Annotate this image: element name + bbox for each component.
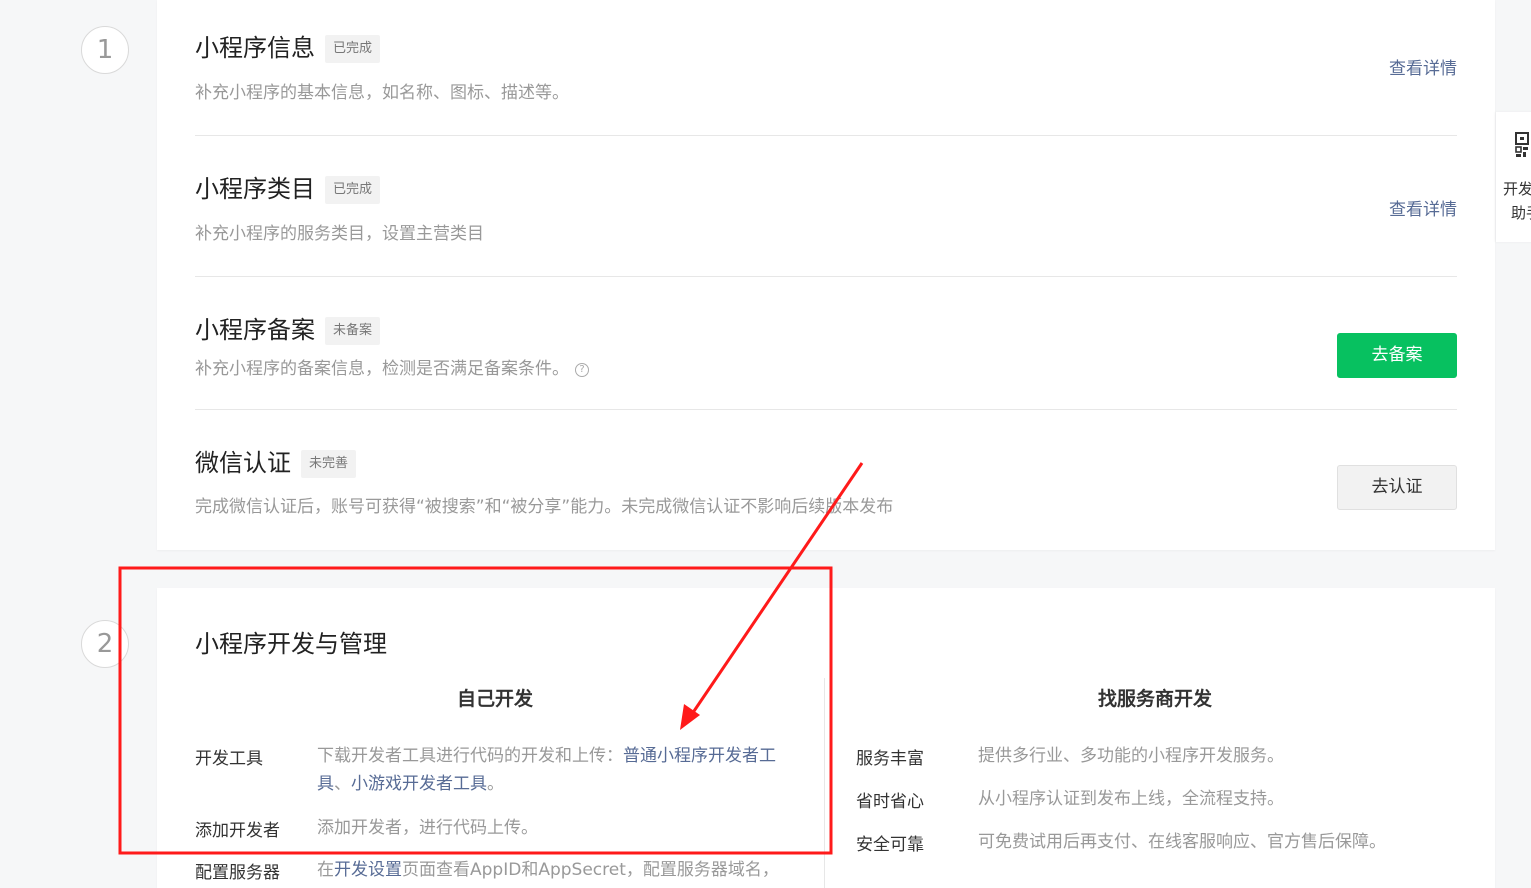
- dev-assistant-panel[interactable]: 开发 助手: [1496, 112, 1531, 242]
- step-number-2: 2: [81, 620, 129, 668]
- row-description: 完成微信认证后，账号可获得“被搜索”和“被分享”能力。未完成微信认证不影响后续版…: [195, 497, 894, 517]
- status-badge: 未备案: [325, 317, 381, 345]
- row-title: 小程序类目 已完成: [195, 169, 381, 204]
- side-panel-label-line1: 开发: [1503, 180, 1531, 198]
- vendor-item-label: 省时省心: [856, 792, 924, 812]
- self-dev-heading: 自己开发: [456, 688, 533, 710]
- row-mini-program-category: 小程序类目 已完成 补充小程序的服务类目，设置主营类目 查看详情: [195, 136, 1457, 277]
- vendor-item-desc: 提供多行业、多功能的小程序开发服务。: [978, 746, 1284, 766]
- row-wechat-verification: 微信认证 未完善 完成微信认证后，账号可获得“被搜索”和“被分享”能力。未完成微信…: [195, 410, 1457, 550]
- row-description: 补充小程序的服务类目，设置主营类目: [195, 224, 484, 244]
- vendor-item-label: 服务丰富: [856, 749, 924, 769]
- help-icon[interactable]: ?: [575, 363, 589, 377]
- status-badge: 未完善: [301, 450, 357, 478]
- config-server-label: 配置服务器: [195, 863, 280, 883]
- dev-tools-label: 开发工具: [195, 749, 263, 769]
- status-badge: 已完成: [325, 176, 381, 204]
- row-title: 小程序备案 未备案: [195, 310, 381, 345]
- view-details-link[interactable]: 查看详情: [1389, 54, 1457, 79]
- go-verify-button[interactable]: 去认证: [1337, 465, 1457, 510]
- vendor-item-desc: 可免费试用后再支付、在线客服响应、官方售后保障。: [978, 832, 1386, 852]
- add-developer-desc: 添加开发者，进行代码上传。: [317, 818, 538, 838]
- view-details-link[interactable]: 查看详情: [1389, 195, 1457, 220]
- side-panel-label-line2: 助手: [1511, 204, 1531, 222]
- row-mini-program-info: 小程序信息 已完成 补充小程序的基本信息，如名称、图标、描述等。 查看详情: [195, 0, 1457, 136]
- go-filing-button[interactable]: 去备案: [1337, 333, 1457, 378]
- mini-game-devtools-link[interactable]: 小游戏开发者工具: [351, 774, 487, 794]
- row-title: 微信认证 未完善: [195, 443, 357, 478]
- qr-code-icon: [1515, 132, 1529, 157]
- config-server-desc: 在开发设置页面查看AppID和AppSecret，配置服务器域名，: [317, 860, 779, 880]
- development-card: 小程序开发与管理 自己开发 找服务商开发 开发工具 下载开发者工具进行代码的开发…: [157, 588, 1495, 888]
- dev-settings-link[interactable]: 开发设置: [334, 860, 402, 880]
- row-mini-program-filing: 小程序备案 未备案 补充小程序的备案信息，检测是否满足备案条件。? 去备案: [195, 277, 1457, 410]
- vendor-item-label: 安全可靠: [856, 835, 924, 855]
- setup-card: 小程序信息 已完成 补充小程序的基本信息，如名称、图标、描述等。 查看详情 小程序…: [157, 0, 1495, 550]
- dev-tools-desc: 下载开发者工具进行代码的开发和上传：普通小程序开发者工具、小游戏开发者工具。: [317, 746, 776, 794]
- column-divider: [824, 678, 825, 888]
- row-title: 小程序信息 已完成: [195, 28, 381, 63]
- vendor-dev-heading: 找服务商开发: [1097, 688, 1212, 710]
- status-badge: 已完成: [325, 35, 381, 63]
- row-description: 补充小程序的备案信息，检测是否满足备案条件。?: [195, 354, 589, 379]
- section-title: 小程序开发与管理: [195, 630, 387, 658]
- row-description: 补充小程序的基本信息，如名称、图标、描述等。: [195, 83, 569, 103]
- add-developer-label: 添加开发者: [195, 821, 280, 841]
- step-number-1: 1: [81, 26, 129, 74]
- vendor-item-desc: 从小程序认证到发布上线，全流程支持。: [978, 789, 1284, 809]
